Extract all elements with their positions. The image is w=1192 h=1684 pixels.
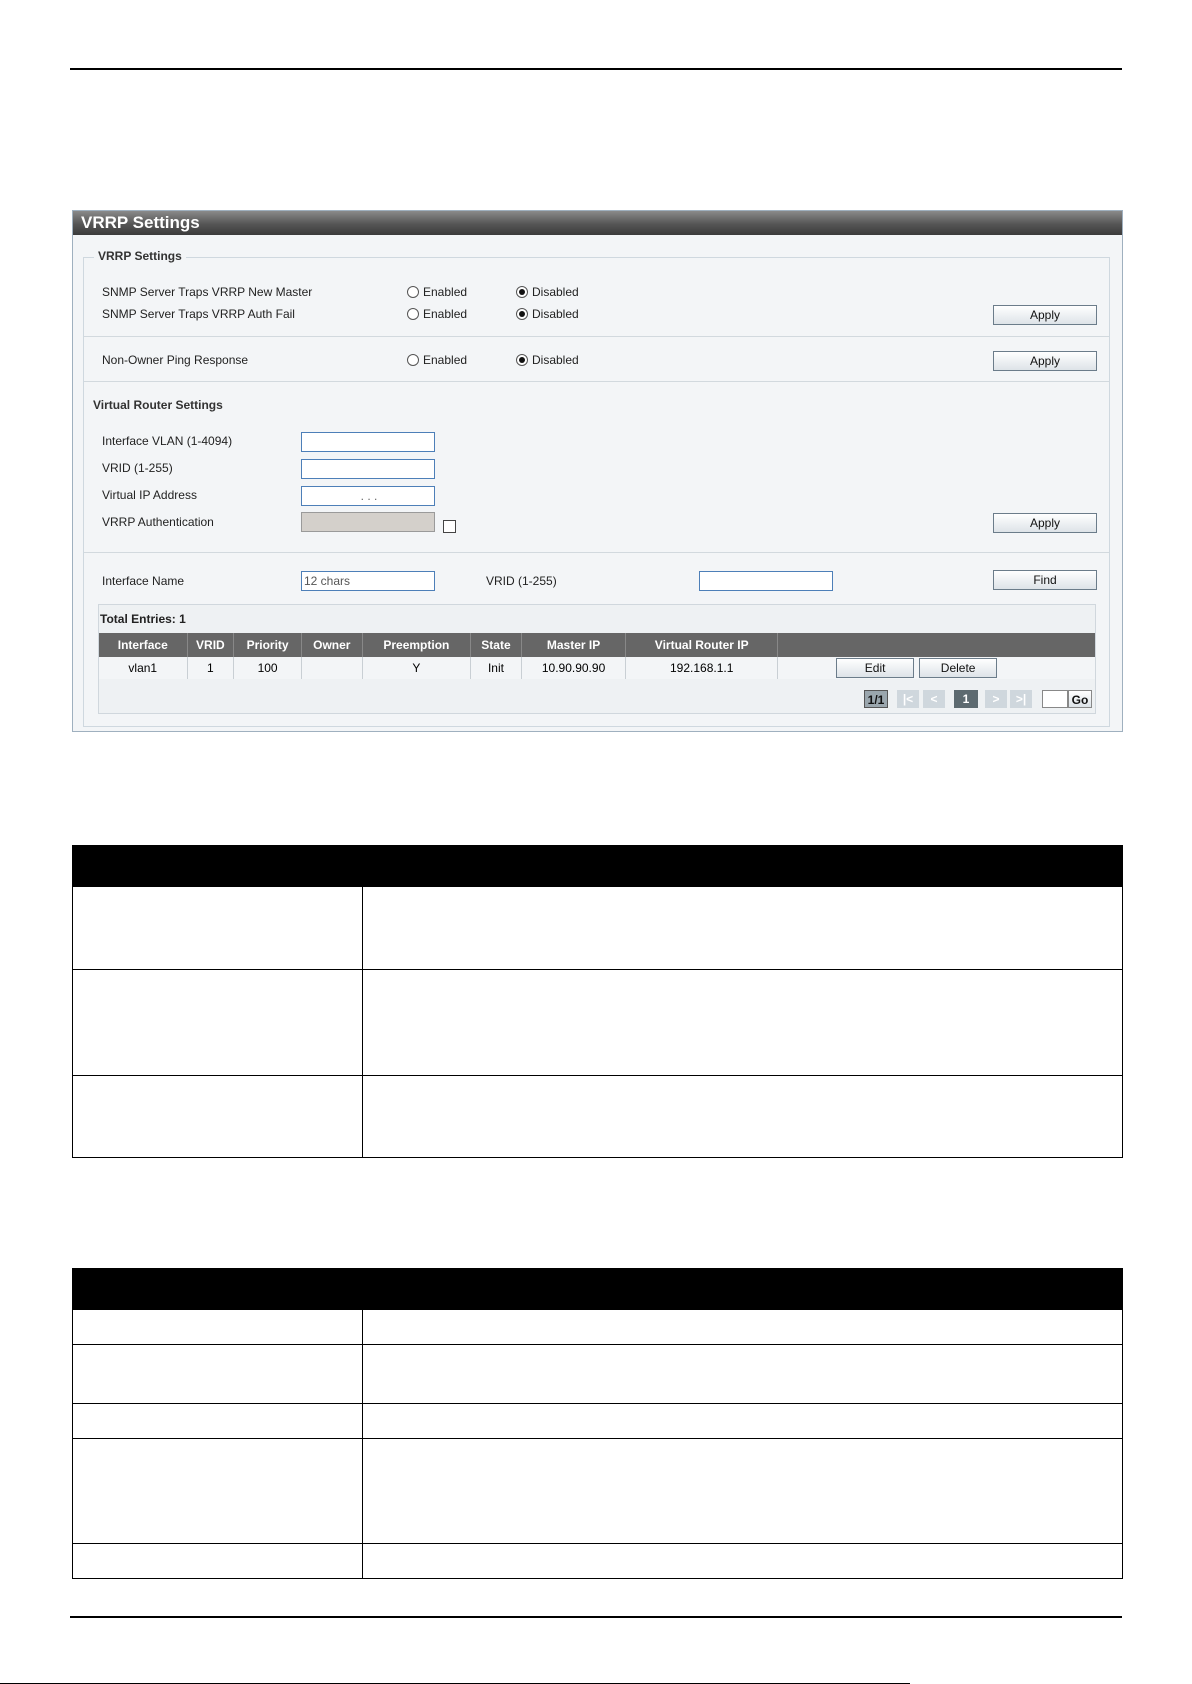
prev-page-button[interactable]: <: [923, 690, 945, 708]
next-page-button[interactable]: >: [985, 690, 1007, 708]
radio-off-icon: [407, 354, 419, 366]
table-row: vlan1 1 100 Y Init 10.90.90.90 192.168.1…: [99, 657, 1095, 679]
cell-owner: [301, 657, 363, 679]
col-interface: Interface: [99, 633, 188, 657]
vrrp-settings-fieldset: VRRP Settings SNMP Server Traps VRRP New…: [83, 249, 1110, 727]
vrid-input[interactable]: [301, 459, 435, 479]
find-vrid-input[interactable]: [699, 571, 833, 591]
trap-auth-fail-disabled-radio[interactable]: Disabled: [516, 307, 579, 321]
page-info: 1/1: [864, 690, 888, 708]
col-actions: [777, 633, 1095, 657]
col-priority: Priority: [233, 633, 302, 657]
radio-on-icon: [516, 354, 528, 366]
page-number-input[interactable]: [1042, 690, 1068, 708]
radio-on-icon: [516, 308, 528, 320]
doc-table-row: [72, 1403, 1123, 1439]
interface-vlan-label: Interface VLAN (1-4094): [102, 434, 233, 448]
ping-response-label: Non-Owner Ping Response: [102, 353, 249, 367]
divider: [84, 381, 1109, 382]
ping-enabled-radio[interactable]: Enabled: [407, 353, 467, 367]
cell-master-ip: 10.90.90.90: [521, 657, 627, 679]
parameter-table-1: [72, 845, 1123, 1158]
delete-button[interactable]: Delete: [919, 658, 998, 678]
vr-settings-heading: Virtual Router Settings: [93, 398, 223, 412]
doc-table-row: [72, 1309, 1123, 1345]
vrrp-auth-checkbox[interactable]: [443, 520, 456, 533]
col-master-ip: Master IP: [521, 633, 627, 657]
find-vrid-label: VRID (1-255): [486, 574, 557, 588]
vrrp-settings-panel: VRRP Settings VRRP Settings SNMP Server …: [72, 210, 1123, 732]
panel-title: VRRP Settings: [73, 211, 1122, 235]
trap-new-master-disabled-radio[interactable]: Disabled: [516, 285, 579, 299]
col-preemption: Preemption: [362, 633, 472, 657]
trap-new-master-enabled-radio[interactable]: Enabled: [407, 285, 467, 299]
vrrp-entries-table: Interface VRID Priority Owner Preemption…: [99, 633, 1095, 679]
radio-off-icon: [407, 308, 419, 320]
vrid-label: VRID (1-255): [102, 461, 173, 475]
top-rule: [70, 68, 1122, 70]
cell-actions: Edit Delete: [777, 657, 1095, 679]
ping-disabled-radio[interactable]: Disabled: [516, 353, 579, 367]
doc-table-row: [72, 886, 1123, 970]
find-button[interactable]: Find: [993, 570, 1097, 590]
doc-table-header: [72, 845, 1123, 887]
traps-apply-button[interactable]: Apply: [993, 305, 1097, 325]
interface-vlan-input[interactable]: [301, 432, 435, 452]
edit-button[interactable]: Edit: [836, 658, 915, 678]
vr-apply-button[interactable]: Apply: [993, 513, 1097, 533]
doc-table-row: [72, 1344, 1123, 1404]
doc-table-row: [72, 1543, 1123, 1579]
col-vrid: VRID: [187, 633, 235, 657]
parameter-table-2: [72, 1268, 1123, 1579]
doc-table-header: [72, 1268, 1123, 1310]
cell-interface: vlan1: [99, 657, 188, 679]
table-header-row: Interface VRID Priority Owner Preemption…: [99, 633, 1095, 657]
ping-apply-button[interactable]: Apply: [993, 351, 1097, 371]
virtual-ip-input[interactable]: . . .: [301, 486, 435, 506]
radio-off-icon: [407, 286, 419, 298]
col-owner: Owner: [301, 633, 363, 657]
cell-vrid: 1: [187, 657, 235, 679]
go-button[interactable]: Go: [1068, 690, 1092, 708]
cell-preemption: Y: [362, 657, 472, 679]
current-page-button[interactable]: 1: [954, 690, 978, 708]
cell-priority: 100: [233, 657, 302, 679]
radio-on-icon: [516, 286, 528, 298]
vrrp-entries-table-container: Total Entries: 1 Interface VRID Priority…: [98, 604, 1096, 714]
first-page-button[interactable]: |<: [897, 690, 919, 708]
col-virtual-router-ip: Virtual Router IP: [625, 633, 779, 657]
vrrp-auth-input: [301, 512, 435, 532]
doc-table-row: [72, 1438, 1123, 1544]
bottom-rule: [70, 1616, 1122, 1618]
cell-state: Init: [470, 657, 522, 679]
col-state: State: [470, 633, 522, 657]
doc-table-row: [72, 969, 1123, 1076]
vrrp-auth-label: VRRP Authentication: [102, 515, 214, 529]
trap-auth-fail-enabled-radio[interactable]: Enabled: [407, 307, 467, 321]
virtual-ip-label: Virtual IP Address: [102, 488, 197, 502]
trap-auth-fail-label: SNMP Server Traps VRRP Auth Fail: [102, 307, 295, 321]
cell-virtual-ip: 192.168.1.1: [625, 657, 779, 679]
fieldset-legend: VRRP Settings: [94, 249, 186, 263]
doc-table-row: [72, 1075, 1123, 1158]
total-entries: Total Entries: 1: [100, 612, 186, 626]
divider: [84, 552, 1109, 553]
interface-name-label: Interface Name: [102, 574, 185, 588]
interface-name-input[interactable]: 12 chars: [301, 571, 435, 591]
divider: [84, 336, 1109, 337]
trap-new-master-label: SNMP Server Traps VRRP New Master: [102, 285, 313, 299]
last-page-button[interactable]: >|: [1010, 690, 1032, 708]
